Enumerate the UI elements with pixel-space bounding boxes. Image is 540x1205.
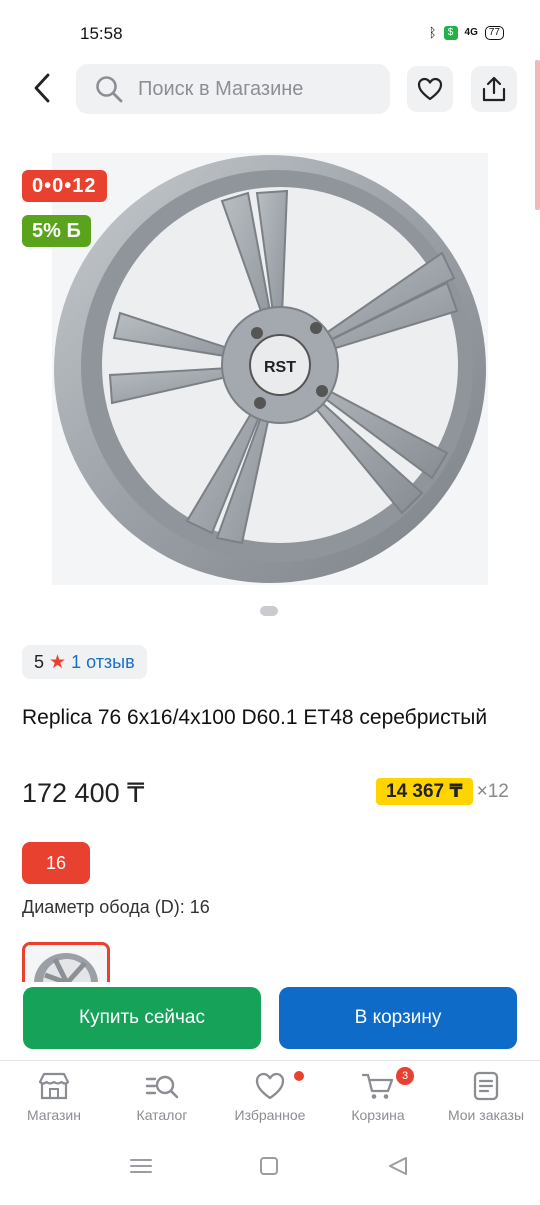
- rim-diameter-attribute: Диаметр обода (D): 16: [22, 897, 210, 917]
- bluetooth-icon: ᛒ: [428, 25, 437, 40]
- nav-label-store: Магазин: [26, 1107, 81, 1123]
- search-input[interactable]: Поиск в Магазине: [76, 64, 390, 114]
- favorite-button[interactable]: [407, 66, 453, 112]
- nav-label-cart: Корзина: [351, 1107, 405, 1123]
- favorites-notification-dot: [294, 1071, 304, 1081]
- installment-info[interactable]: 14 367 ₸ ×12: [376, 778, 509, 805]
- security-shield-icon: $: [443, 25, 458, 40]
- add-to-cart-button[interactable]: В корзину: [279, 987, 517, 1049]
- store-icon: [38, 1072, 70, 1100]
- buy-now-button[interactable]: Купить сейчас: [23, 987, 261, 1049]
- catalog-search-icon: [145, 1075, 179, 1099]
- nav-item-catalog[interactable]: Каталог: [108, 1071, 216, 1123]
- nav-label-favorites: Избранное: [234, 1107, 306, 1123]
- home-icon: [260, 1157, 278, 1175]
- cashback-badge: 5% Б: [22, 215, 91, 247]
- nav-item-store[interactable]: Магазин: [0, 1071, 108, 1123]
- chevron-left-icon: [34, 73, 50, 103]
- share-icon: [482, 76, 506, 102]
- nav-label-catalog: Каталог: [136, 1107, 188, 1123]
- installment-multiplier: ×12: [476, 780, 509, 802]
- nav-label-orders: Мои заказы: [447, 1107, 525, 1123]
- bottom-navigation: Магазин Каталог Избранное Корзина 3 Мои …: [0, 1060, 540, 1143]
- recent-apps-icon: [130, 1159, 152, 1173]
- wheel-rim-image: RST: [54, 155, 486, 583]
- rating-badge[interactable]: 5 ★ 1 отзыв: [22, 645, 147, 679]
- product-price: 172 400 ₸: [22, 778, 145, 808]
- installment-price: 14 367 ₸: [376, 778, 473, 805]
- image-pager-indicator: [260, 606, 278, 616]
- nav-item-cart[interactable]: Корзина 3: [324, 1067, 432, 1123]
- system-navigation-bar: [0, 1145, 540, 1200]
- cart-icon: [361, 1073, 394, 1099]
- reviews-link[interactable]: 1 отзыв: [71, 652, 135, 673]
- rim-logo: RST: [264, 359, 296, 376]
- back-button[interactable]: [26, 70, 58, 106]
- cart-count-badge: 3: [396, 1067, 414, 1085]
- installment-badge: 0•0•12: [22, 170, 107, 202]
- product-title: Replica 76 6x16/4x100 D60.1 ET48 серебри…: [22, 706, 488, 729]
- product-image[interactable]: RST: [52, 153, 488, 585]
- status-time: 15:58: [80, 24, 123, 43]
- network-indicator: 4G: [464, 27, 478, 38]
- nav-item-orders[interactable]: Мои заказы: [432, 1071, 540, 1123]
- heart-icon: [417, 77, 443, 101]
- heart-icon: [255, 1072, 285, 1100]
- status-icons: ᛒ $ 4G 77: [429, 25, 504, 40]
- star-icon: ★: [49, 651, 67, 673]
- search-placeholder: Поиск в Магазине: [138, 77, 304, 100]
- back-triangle-icon: [389, 1157, 407, 1175]
- rating-value: 5: [34, 651, 45, 672]
- size-option-16[interactable]: 16: [22, 842, 90, 884]
- battery-indicator: 77: [484, 25, 504, 40]
- share-button[interactable]: [471, 66, 517, 112]
- orders-icon: [473, 1071, 499, 1101]
- scroll-indicator: [535, 60, 540, 210]
- variant-thumbnail[interactable]: [22, 942, 110, 985]
- nav-item-favorites[interactable]: Избранное: [216, 1071, 324, 1123]
- search-icon: [94, 74, 124, 104]
